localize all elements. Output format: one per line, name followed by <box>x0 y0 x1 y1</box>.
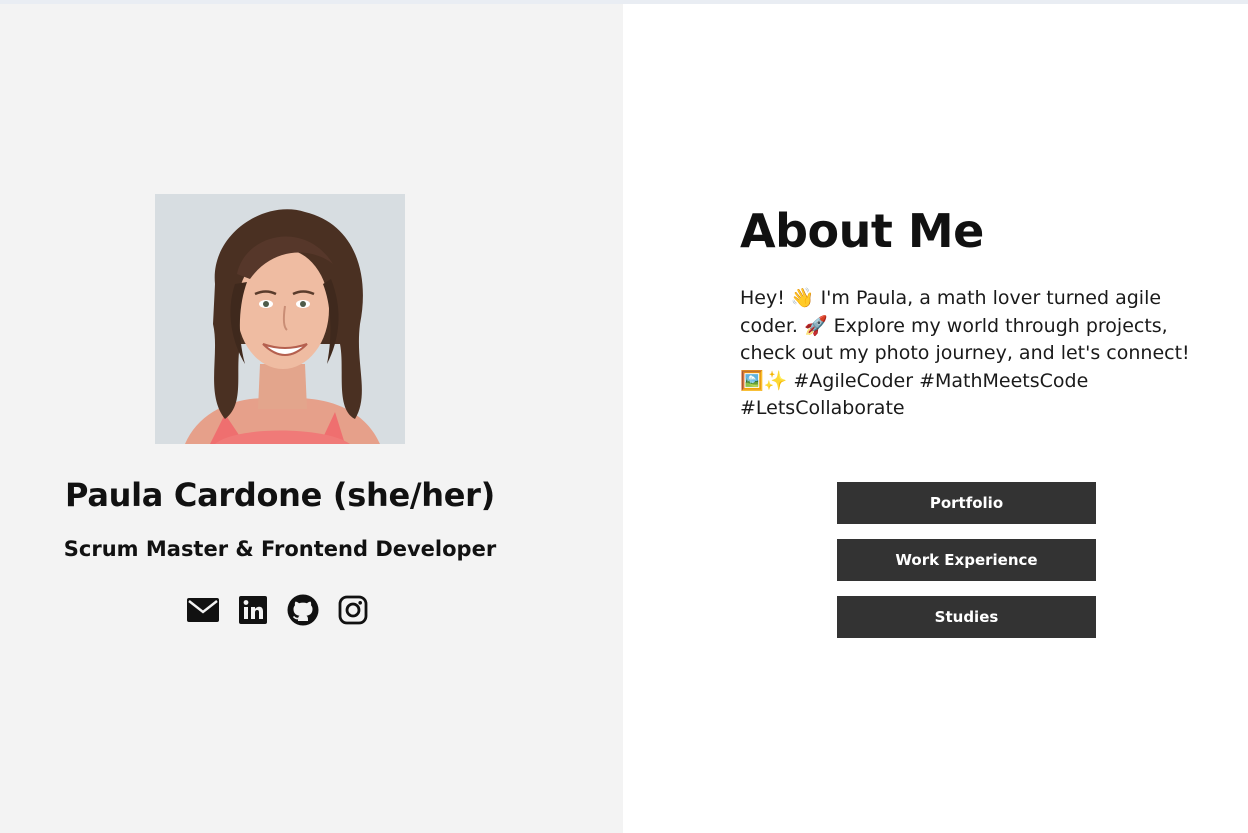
linkedin-icon <box>239 596 267 624</box>
about-title: About Me <box>740 204 984 258</box>
linkedin-link[interactable] <box>236 593 270 627</box>
portfolio-button[interactable]: Portfolio <box>837 482 1096 524</box>
email-link[interactable] <box>186 593 220 627</box>
instagram-icon <box>338 595 368 625</box>
github-link[interactable] <box>286 593 320 627</box>
profile-role: Scrum Master & Frontend Developer <box>63 537 497 561</box>
profile-photo <box>155 194 405 444</box>
instagram-link[interactable] <box>336 593 370 627</box>
profile-name: Paula Cardone (she/her) <box>65 476 495 514</box>
social-links <box>186 593 370 627</box>
about-description: Hey! 👋 I'm Paula, a math lover turned ag… <box>740 287 1190 419</box>
github-icon <box>287 594 319 626</box>
work-experience-button[interactable]: Work Experience <box>837 539 1096 581</box>
studies-button[interactable]: Studies <box>837 596 1096 638</box>
envelope-icon <box>187 598 219 622</box>
portrait-image <box>155 194 405 444</box>
